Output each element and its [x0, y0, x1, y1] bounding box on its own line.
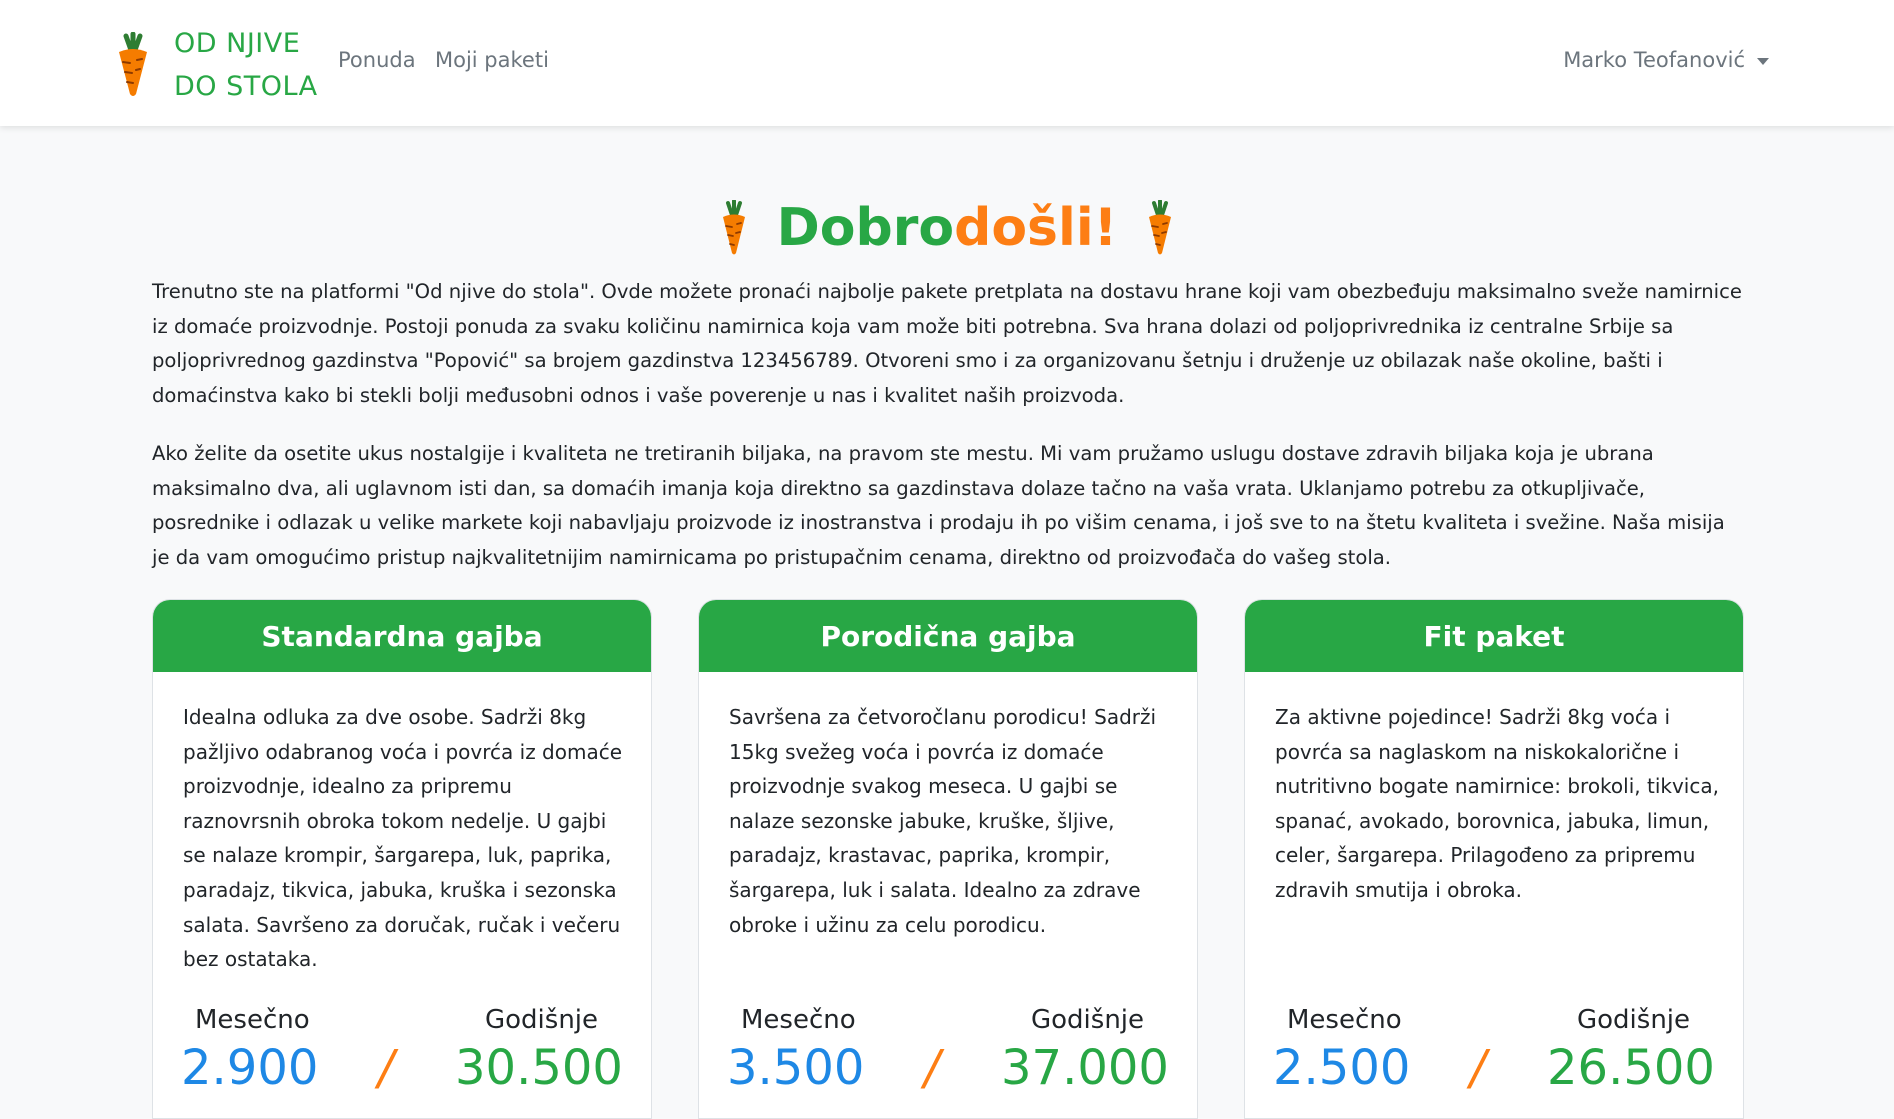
user-menu-dropdown[interactable]: Marko Teofanović: [1563, 48, 1769, 72]
title-part-1: Dobro: [776, 198, 955, 258]
package-description: Idealna odluka za dve osobe. Sadrži 8kg …: [183, 705, 623, 972]
brand-name: OD NJIVE DO STOLA: [174, 22, 318, 108]
package-description: Za aktivne pojedince! Sadrži 8kg voća i …: [1275, 705, 1719, 902]
page-title: Dobrodošli!: [777, 196, 1118, 260]
yearly-label: Godišnje: [485, 1005, 599, 1035]
intro-paragraph-2: Ako želite da osetite ukus nostalgije i …: [152, 442, 1725, 569]
price-separator: /: [1470, 1040, 1487, 1096]
chevron-down-icon: [1757, 57, 1769, 65]
package-card-standardna[interactable]: Standardna gajba Idealna odluka za dve o…: [152, 599, 652, 1119]
carrot-icon: [1149, 200, 1172, 255]
yearly-label: Godišnje: [1577, 1005, 1691, 1035]
nav-link-moji-paketi[interactable]: Moji paketi: [435, 48, 549, 72]
monthly-price[interactable]: 2.500: [1273, 1038, 1410, 1098]
monthly-price[interactable]: 2.900: [181, 1038, 318, 1098]
package-title: Fit paket: [1245, 600, 1743, 672]
carrot-icon: [119, 32, 147, 96]
package-card-fit[interactable]: Fit paket Za aktivne pojedince! Sadrži 8…: [1244, 599, 1744, 1119]
intro-paragraph-1: Trenutno ste na platformi "Od njive do s…: [152, 280, 1742, 407]
user-name: Marko Teofanović: [1563, 48, 1745, 72]
title-part-2: došli!: [954, 198, 1118, 258]
yearly-price[interactable]: 30.500: [455, 1038, 623, 1098]
carrot-icon: [722, 200, 745, 255]
price-separator: /: [924, 1040, 941, 1096]
brand-line-1: OD NJIVE: [174, 28, 301, 59]
navbar: OD NJIVE DO STOLA Ponuda Moji paketi Mar…: [0, 0, 1894, 126]
package-description: Savršena za četvoročlanu porodicu! Sadrž…: [729, 705, 1157, 937]
monthly-label: Mesečno: [195, 1005, 310, 1035]
nav-link-ponuda[interactable]: Ponuda: [338, 48, 416, 72]
package-card-porodicna[interactable]: Porodična gajba Savršena za četvoročlanu…: [698, 599, 1198, 1119]
monthly-label: Mesečno: [741, 1005, 856, 1035]
price-separator: /: [378, 1040, 395, 1096]
yearly-price[interactable]: 26.500: [1547, 1038, 1715, 1098]
package-title: Porodična gajba: [699, 600, 1197, 672]
monthly-price[interactable]: 3.500: [727, 1038, 864, 1098]
brand-line-2: DO STOLA: [174, 71, 318, 102]
yearly-label: Godišnje: [1031, 1005, 1145, 1035]
yearly-price[interactable]: 37.000: [1001, 1038, 1169, 1098]
package-title: Standardna gajba: [153, 600, 651, 672]
brand-link[interactable]: OD NJIVE DO STOLA: [114, 22, 318, 108]
welcome-heading: Dobrodošli!: [0, 196, 1894, 260]
monthly-label: Mesečno: [1287, 1005, 1402, 1035]
